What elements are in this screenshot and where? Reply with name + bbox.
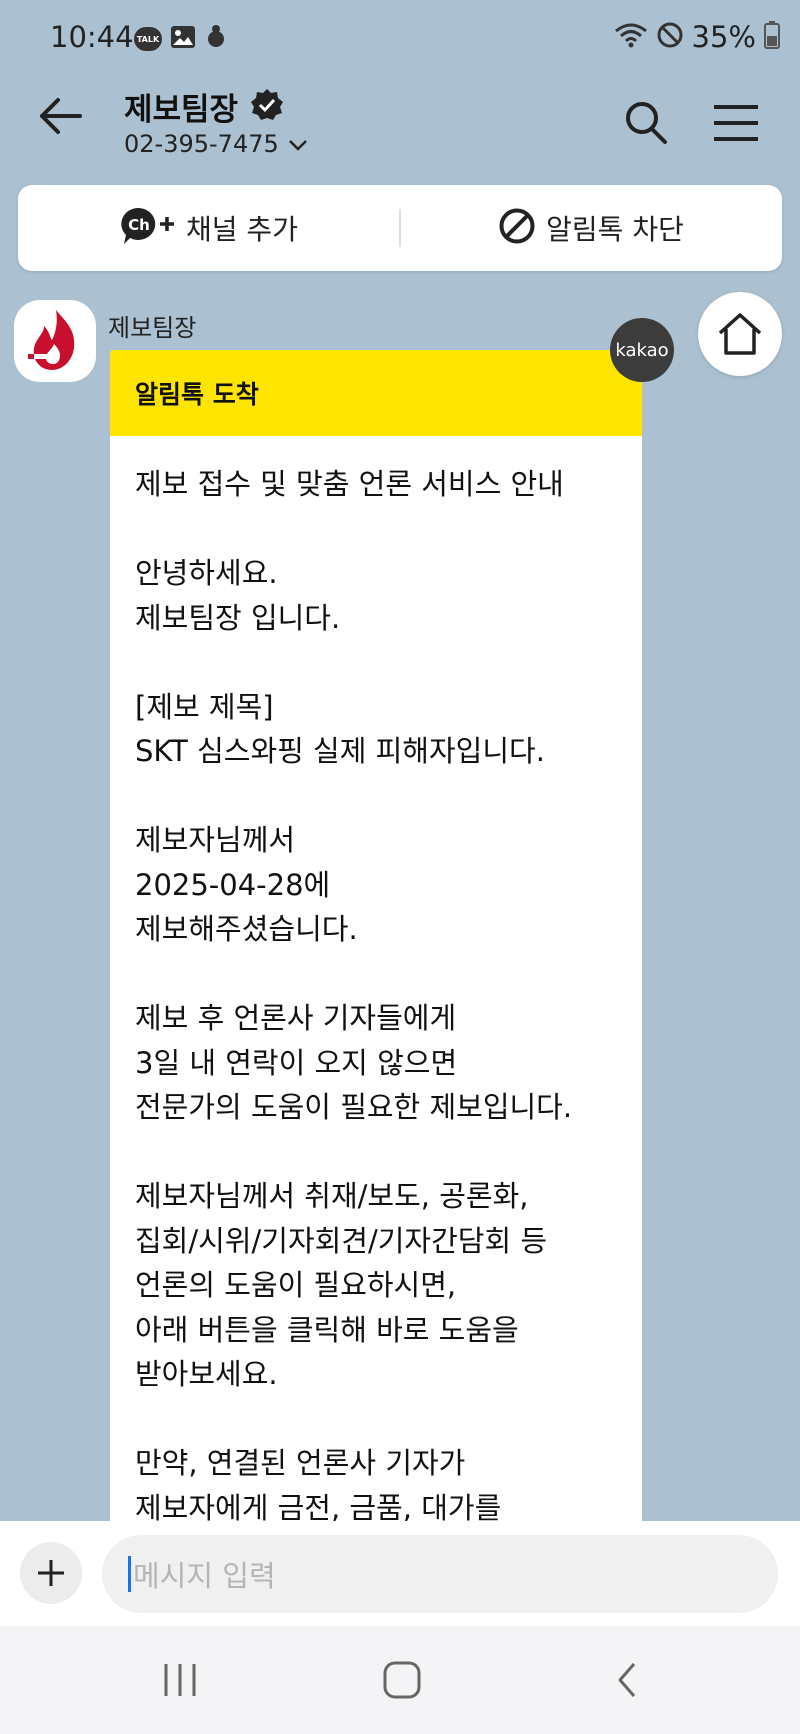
message-input-placeholder: 메시지 입력: [133, 1559, 276, 1593]
text-caret: [128, 1556, 131, 1592]
status-time: 10:44: [50, 20, 134, 54]
channel-actions-card: Ch 채널 추가 알림톡 차단: [18, 185, 782, 271]
gallery-notification-icon: [170, 25, 196, 53]
ch-label: Ch: [128, 216, 150, 234]
block-icon: [498, 207, 536, 249]
notification-icons: TALK: [134, 24, 228, 54]
home-nav-icon[interactable]: [382, 1660, 422, 1704]
search-icon[interactable]: [624, 100, 668, 150]
alimtalk-header: 알림톡 도착: [110, 350, 642, 436]
wifi-icon: [614, 21, 648, 53]
plus-icon: [38, 1560, 64, 1586]
flame-logo-icon: [28, 310, 75, 370]
status-right: 35%: [614, 20, 780, 54]
chevron-down-icon[interactable]: [288, 138, 308, 157]
add-channel-label: 채널 추가: [186, 213, 298, 246]
system-nav-bar: [0, 1626, 800, 1734]
channel-add-icon: Ch: [120, 206, 176, 250]
battery-percent: 35%: [691, 20, 756, 54]
battery-icon: [764, 21, 780, 53]
recent-apps-icon[interactable]: [160, 1660, 200, 1704]
do-not-disturb-icon: [656, 21, 684, 53]
block-alimtalk-button[interactable]: 알림톡 차단: [400, 185, 782, 271]
kakao-badge: kakao: [610, 318, 674, 382]
block-alimtalk-label: 알림톡 차단: [546, 213, 684, 246]
add-channel-button[interactable]: Ch 채널 추가: [18, 185, 400, 271]
phone-number[interactable]: 02-395-7475: [124, 130, 279, 158]
message-input[interactable]: 메시지 입력: [102, 1535, 778, 1613]
home-icon: [718, 313, 762, 355]
sender-avatar[interactable]: [14, 300, 96, 382]
attach-button[interactable]: [20, 1542, 82, 1604]
back-nav-icon[interactable]: [612, 1660, 642, 1704]
back-arrow-icon[interactable]: [36, 96, 84, 140]
alimtalk-header-label: 알림톡 도착: [135, 380, 259, 409]
message-body: 제보 접수 및 맞춤 언론 서비스 안내 안녕하세요. 제보팀장 입니다. [제…: [135, 467, 573, 1525]
sender-name: 제보팀장: [108, 314, 197, 342]
menu-icon[interactable]: [712, 104, 760, 146]
app-notification-icon: [204, 24, 228, 54]
verified-badge-icon: [250, 88, 284, 126]
chat-title: 제보팀장: [124, 92, 239, 128]
kakaotalk-notification-icon: TALK: [134, 27, 162, 51]
home-button[interactable]: [698, 292, 782, 376]
alimtalk-message-bubble: 알림톡 도착 제보 접수 및 맞춤 언론 서비스 안내 안녕하세요. 제보팀장 …: [110, 350, 642, 1550]
message-input-bar: 메시지 입력: [0, 1521, 800, 1626]
